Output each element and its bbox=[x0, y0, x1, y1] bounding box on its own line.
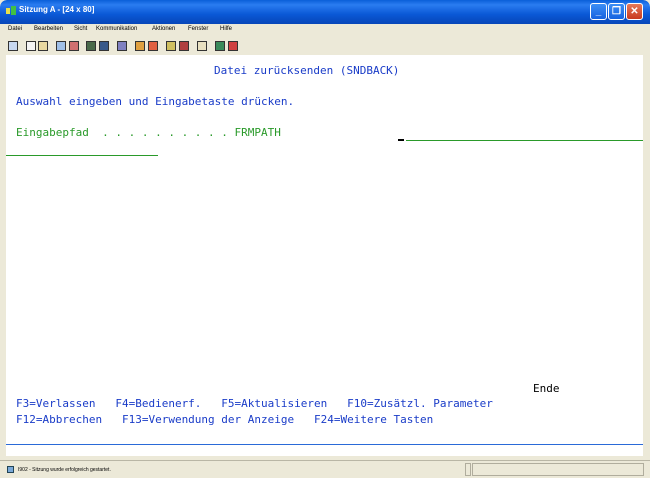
macro-icon[interactable] bbox=[99, 41, 109, 51]
menu-aktionen[interactable]: Aktionen bbox=[152, 26, 175, 32]
menu-fenster[interactable]: Fenster bbox=[188, 26, 208, 32]
paste-icon[interactable] bbox=[38, 41, 48, 51]
instruction-text: Auswahl eingeben und Eingabetaste drücke… bbox=[16, 95, 295, 108]
print-screen-icon[interactable] bbox=[8, 41, 18, 51]
record-icon[interactable] bbox=[166, 41, 176, 51]
status-bar: I902 - Sitzung wurde erfolgreich gestart… bbox=[0, 460, 650, 478]
function-keys-row-2[interactable]: F12=Abbrechen F13=Verwendung der Anzeige… bbox=[16, 413, 433, 426]
maximize-button[interactable]: ❐ bbox=[608, 3, 625, 20]
menu-bar: Datei Bearbeiten Sicht Kommunikation Akt… bbox=[0, 24, 650, 37]
connect-icon[interactable] bbox=[228, 41, 238, 51]
menu-hilfe[interactable]: Hilfe bbox=[220, 26, 232, 32]
emulator-window: Sitzung A - [24 x 80] _ ❐ ✕ Datei Bearbe… bbox=[0, 0, 650, 478]
input-field-eingabepfad[interactable] bbox=[406, 140, 643, 141]
status-panel-right bbox=[472, 463, 644, 476]
menu-bearbeiten[interactable]: Bearbeiten bbox=[34, 26, 63, 32]
stop-icon[interactable] bbox=[215, 41, 225, 51]
host-icon[interactable] bbox=[197, 41, 207, 51]
operator-info-separator bbox=[6, 444, 643, 445]
text-cursor bbox=[398, 139, 404, 141]
status-panel-divider bbox=[465, 463, 471, 476]
menu-kommunikation[interactable]: Kommunikation bbox=[96, 26, 137, 32]
title-bar[interactable]: Sitzung A - [24 x 80] _ ❐ ✕ bbox=[0, 0, 650, 24]
menu-sicht[interactable]: Sicht bbox=[74, 26, 87, 32]
playback-icon[interactable] bbox=[179, 41, 189, 51]
function-keys-row-1[interactable]: F3=Verlassen F4=Bedienerf. F5=Aktualisie… bbox=[16, 397, 493, 410]
minimize-button[interactable]: _ bbox=[590, 3, 607, 20]
status-session-icon bbox=[7, 466, 14, 473]
close-button[interactable]: ✕ bbox=[626, 3, 643, 20]
toolbar bbox=[0, 37, 650, 55]
window-title: Sitzung A - [24 x 80] bbox=[19, 5, 95, 14]
status-message: I902 - Sitzung wurde erfolgreich gestart… bbox=[18, 467, 111, 473]
input-field-eingabepfad-continuation[interactable] bbox=[6, 155, 158, 156]
transfer-down-icon[interactable] bbox=[148, 41, 158, 51]
screen-title: Datei zurücksenden (SNDBACK) bbox=[214, 64, 400, 77]
send-icon[interactable] bbox=[56, 41, 66, 51]
more-indicator: Ende bbox=[533, 382, 560, 395]
chart-icon[interactable] bbox=[117, 41, 127, 51]
copy-icon[interactable] bbox=[26, 41, 36, 51]
transfer-up-icon[interactable] bbox=[135, 41, 145, 51]
field-label-eingabepfad: Eingabepfad . . . . . . . . . . FRMPATH bbox=[16, 126, 281, 139]
session-icon bbox=[6, 6, 16, 16]
receive-icon[interactable] bbox=[69, 41, 79, 51]
display-icon[interactable] bbox=[86, 41, 96, 51]
menu-datei[interactable]: Datei bbox=[8, 26, 22, 32]
terminal-screen[interactable]: Datei zurücksenden (SNDBACK) Auswahl ein… bbox=[6, 55, 643, 456]
